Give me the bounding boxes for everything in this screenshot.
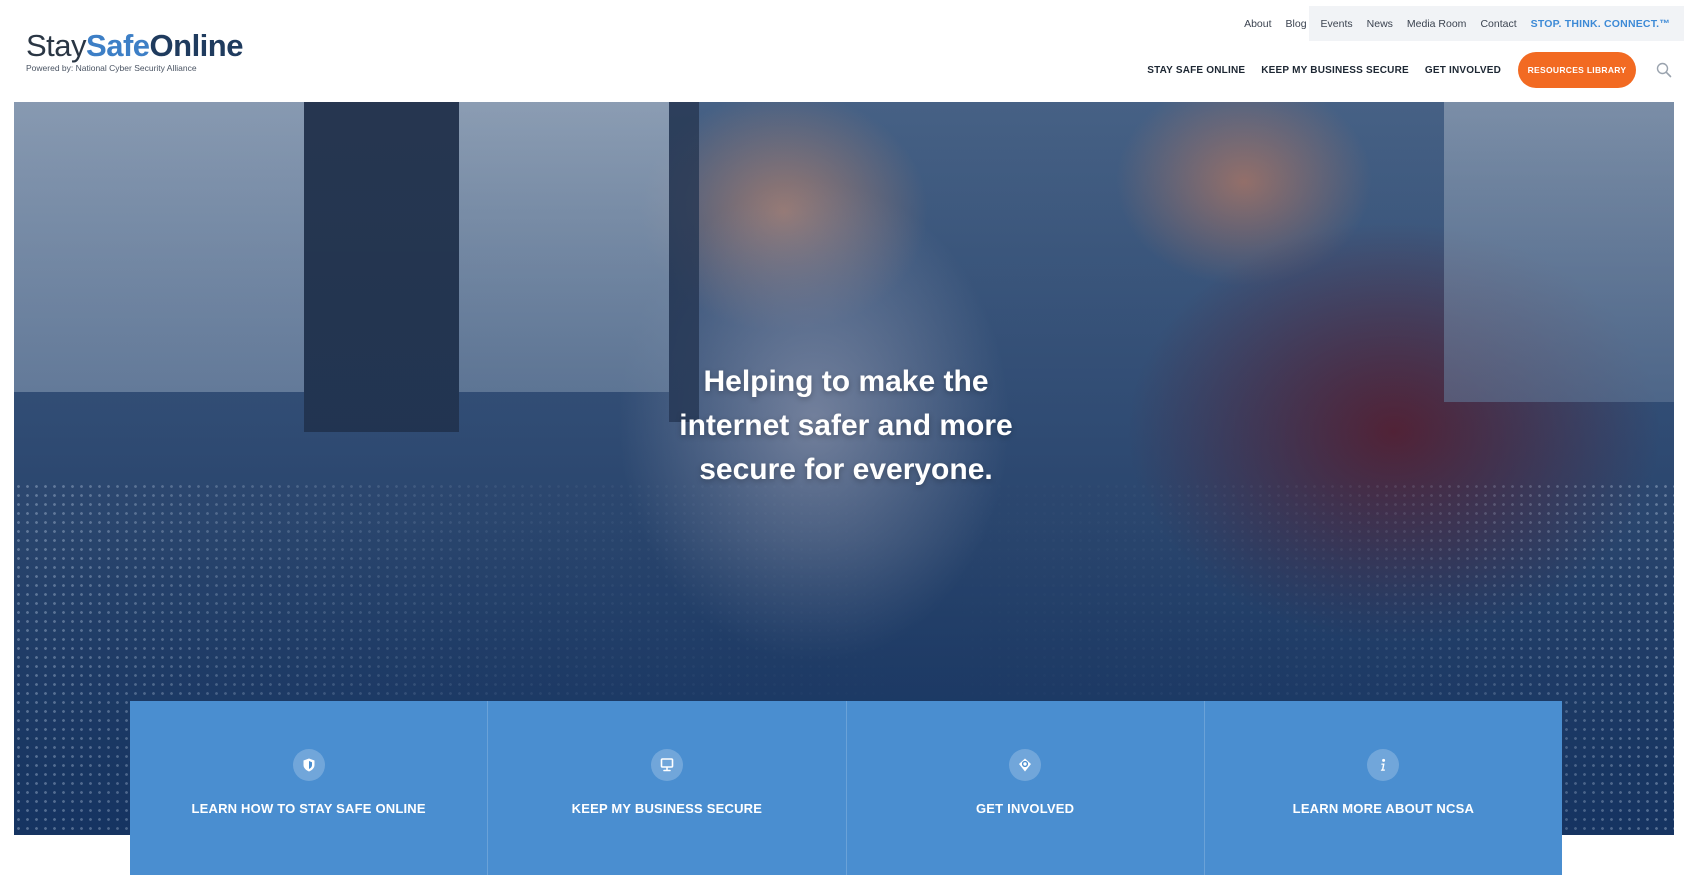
card-learn-how-to-stay-safe-online[interactable]: LEARN HOW TO STAY SAFE ONLINE [130, 701, 489, 875]
card-keep-my-business-secure[interactable]: KEEP MY BUSINESS SECURE [488, 701, 847, 875]
resources-library-button[interactable]: RESOURCES LIBRARY [1518, 52, 1636, 88]
nav-link-keep-my-business-secure[interactable]: KEEP MY BUSINESS SECURE [1261, 65, 1409, 76]
hero-headline: Helping to make the internet safer and m… [0, 360, 1684, 492]
nav-link-stay-safe-online[interactable]: STAY SAFE ONLINE [1147, 65, 1245, 76]
search-icon[interactable] [1656, 62, 1672, 78]
utility-nav: About Blog Events News Media Room Contac… [1244, 6, 1684, 41]
hero-headline-line-1: Helping to make the [703, 365, 989, 398]
badge-icon [1009, 749, 1042, 781]
card-label: GET INVOLVED [976, 801, 1075, 816]
action-cards: LEARN HOW TO STAY SAFE ONLINE KEEP MY BU… [130, 701, 1562, 875]
utility-link-media-room[interactable]: Media Room [1407, 18, 1467, 30]
card-label: LEARN HOW TO STAY SAFE ONLINE [191, 801, 426, 816]
site-logo[interactable]: StaySafeOnline Powered by: National Cybe… [26, 30, 243, 74]
hero-headline-line-3: secure for everyone. [699, 453, 993, 486]
site-header: StaySafeOnline Powered by: National Cybe… [0, 0, 1684, 102]
shield-icon [292, 749, 325, 781]
hero-headline-line-2: internet safer and more [679, 409, 1013, 442]
utility-link-about[interactable]: About [1244, 18, 1271, 30]
info-icon [1367, 749, 1400, 781]
logo-word-safe: Safe [86, 28, 150, 63]
utility-link-stop-think-connect[interactable]: STOP. THINK. CONNECT.™ [1531, 18, 1670, 30]
utility-link-contact[interactable]: Contact [1480, 18, 1516, 30]
monitor-icon [650, 749, 683, 781]
logo-wordmark: StaySafeOnline [26, 30, 243, 62]
logo-tagline: Powered by: National Cyber Security Alli… [26, 63, 197, 73]
logo-word-online: Online [149, 28, 244, 63]
main-nav: STAY SAFE ONLINE KEEP MY BUSINESS SECURE… [1147, 52, 1672, 88]
card-learn-more-about-ncsa[interactable]: LEARN MORE ABOUT NCSA [1205, 701, 1562, 875]
utility-link-events[interactable]: Events [1321, 18, 1353, 30]
card-label: LEARN MORE ABOUT NCSA [1292, 801, 1475, 816]
card-label: KEEP MY BUSINESS SECURE [571, 801, 763, 816]
utility-link-blog[interactable]: Blog [1286, 18, 1307, 30]
nav-link-get-involved[interactable]: GET INVOLVED [1425, 65, 1501, 76]
card-get-involved[interactable]: GET INVOLVED [847, 701, 1205, 875]
utility-link-news[interactable]: News [1367, 18, 1393, 30]
logo-word-stay: Stay [26, 28, 87, 63]
